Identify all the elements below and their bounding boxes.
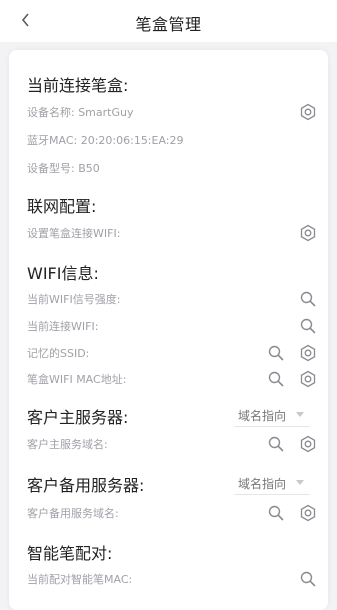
caret-down-icon bbox=[296, 412, 304, 417]
gear-icon[interactable] bbox=[298, 503, 318, 523]
set-wifi-label: 设置笔盒连接WIFI: bbox=[27, 227, 121, 240]
gear-icon[interactable] bbox=[298, 223, 318, 243]
model-label: 设备型号: B50 bbox=[27, 162, 100, 175]
gear-icon[interactable] bbox=[298, 434, 318, 454]
device-name-row: 设备名称: SmartGuy bbox=[27, 101, 318, 123]
wifi-ssid-label: 记忆的SSID: bbox=[27, 347, 90, 360]
model-row: 设备型号: B50 bbox=[27, 157, 318, 179]
backup-domain-label: 客户备用服务域名: bbox=[27, 507, 119, 520]
wifi-ssid-row: 记忆的SSID: bbox=[27, 342, 318, 364]
wifi-signal-row: 当前WIFI信号强度: bbox=[27, 288, 318, 310]
primary-server-select[interactable]: 域名指向 bbox=[234, 404, 310, 427]
search-icon[interactable] bbox=[298, 569, 318, 589]
section-title-network: 联网配置: bbox=[27, 197, 97, 216]
bt-mac-row: 蓝牙MAC: 20:20:06:15:EA:29 bbox=[27, 129, 318, 151]
search-icon[interactable] bbox=[298, 316, 318, 336]
backup-server-select[interactable]: 域名指向 bbox=[234, 472, 310, 495]
wifi-mac-label: 笔盒WIFI MAC地址: bbox=[27, 373, 127, 386]
section-title-connected: 当前连接笔盒: bbox=[27, 76, 129, 95]
top-bar: 笔盒管理 bbox=[0, 0, 337, 42]
section-title-primary-server: 客户主服务器: bbox=[27, 408, 129, 427]
gear-icon[interactable] bbox=[298, 102, 318, 122]
search-icon[interactable] bbox=[266, 434, 286, 454]
section-title-wifi: WIFI信息: bbox=[27, 264, 99, 283]
primary-domain-row: 客户主服务域名: bbox=[27, 433, 318, 455]
wifi-mac-row: 笔盒WIFI MAC地址: bbox=[27, 368, 318, 390]
pen-mac-row: 当前配对智能笔MAC: bbox=[27, 568, 318, 590]
wifi-signal-label: 当前WIFI信号强度: bbox=[27, 293, 121, 306]
pen-mac-label: 当前配对智能笔MAC: bbox=[27, 573, 133, 586]
search-icon[interactable] bbox=[298, 289, 318, 309]
section-title-pen-pairing: 智能笔配对: bbox=[27, 544, 113, 563]
settings-card: 当前连接笔盒: 设备名称: SmartGuy 蓝牙MAC: 20:20:06:1… bbox=[9, 50, 328, 610]
wifi-current-row: 当前连接WIFI: bbox=[27, 315, 318, 337]
caret-down-icon bbox=[296, 480, 304, 485]
primary-domain-label: 客户主服务域名: bbox=[27, 438, 108, 451]
section-title-backup-server: 客户备用服务器: bbox=[27, 476, 145, 495]
backup-server-select-value: 域名指向 bbox=[238, 477, 287, 491]
search-icon[interactable] bbox=[266, 503, 286, 523]
gear-icon[interactable] bbox=[298, 343, 318, 363]
primary-server-select-value: 域名指向 bbox=[238, 409, 287, 423]
page-title: 笔盒管理 bbox=[135, 15, 202, 34]
search-icon[interactable] bbox=[266, 369, 286, 389]
device-name-label: 设备名称: SmartGuy bbox=[27, 106, 134, 119]
set-wifi-row: 设置笔盒连接WIFI: bbox=[27, 222, 318, 244]
gear-icon[interactable] bbox=[298, 369, 318, 389]
backup-domain-row: 客户备用服务域名: bbox=[27, 502, 318, 524]
search-icon[interactable] bbox=[266, 343, 286, 363]
wifi-current-label: 当前连接WIFI: bbox=[27, 320, 99, 333]
bt-mac-label: 蓝牙MAC: 20:20:06:15:EA:29 bbox=[27, 134, 184, 147]
